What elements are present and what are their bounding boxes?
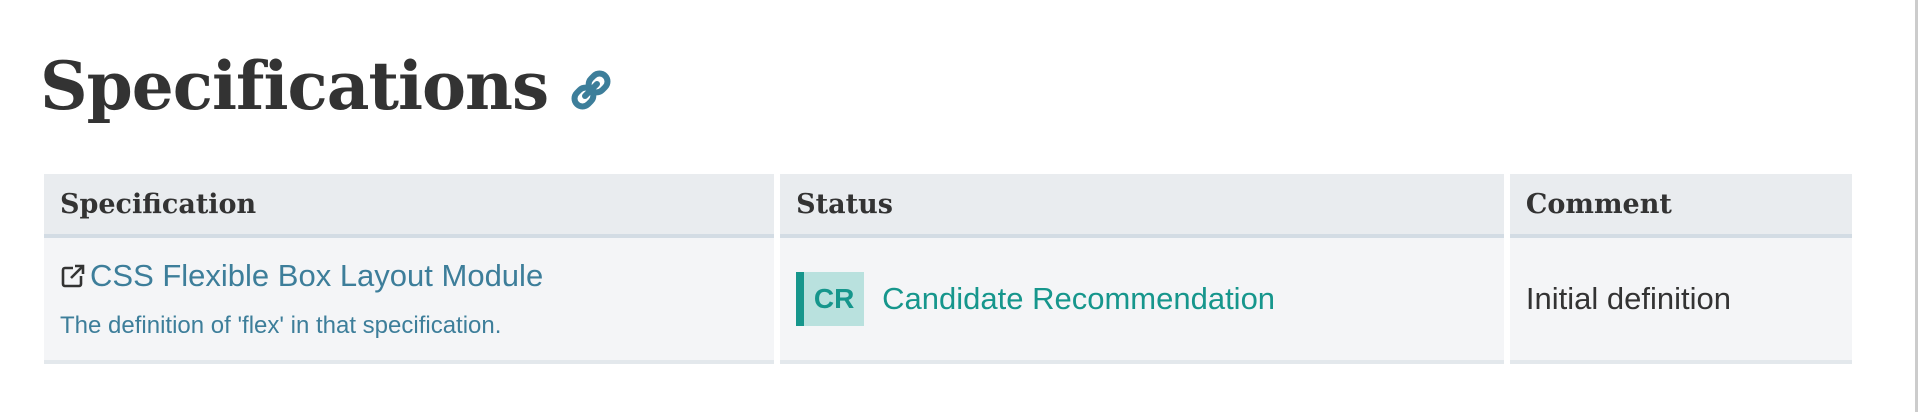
page-title: Specifications — [40, 47, 549, 125]
specifications-table: Specification Status Comment CSS Flexibl… — [38, 174, 1858, 364]
header-specification: Specification — [44, 174, 775, 238]
spec-link[interactable]: CSS Flexible Box Layout Module — [60, 258, 758, 294]
spec-link-label: CSS Flexible Box Layout Module — [90, 258, 544, 293]
header-comment: Comment — [1509, 174, 1852, 238]
table-header-row: Specification Status Comment — [44, 174, 1852, 238]
external-link-icon — [61, 264, 85, 288]
status-text: Candidate Recommendation — [882, 281, 1276, 316]
spec-description: The definition of 'flex' in that specifi… — [60, 312, 502, 339]
link-icon[interactable] — [568, 67, 614, 113]
section-heading: Specifications — [40, 46, 614, 126]
specification-cell: CSS Flexible Box Layout Module The defin… — [44, 238, 775, 364]
comment-cell: Initial definition — [1509, 238, 1852, 364]
page: Specifications Specification Status Comm… — [0, 0, 1918, 412]
status-cell: CR Candidate Recommendation — [780, 238, 1504, 364]
header-status: Status — [780, 174, 1504, 238]
status-badge: CR — [796, 272, 865, 326]
comment-text: Initial definition — [1525, 281, 1731, 316]
status-link[interactable]: CR Candidate Recommendation — [796, 272, 1488, 326]
table-row: CSS Flexible Box Layout Module The defin… — [44, 238, 1852, 364]
